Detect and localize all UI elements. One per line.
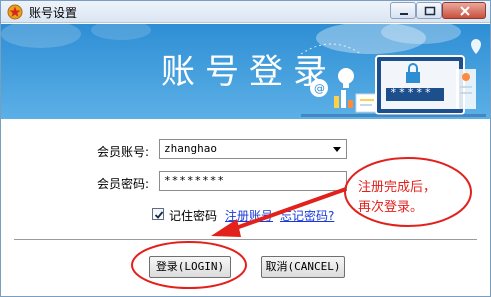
window-title: 账号设置: [29, 6, 78, 20]
divider: [14, 239, 477, 240]
callout-text: 注册完成后， 再次登录。: [358, 178, 478, 218]
account-combobox[interactable]: zhanghao: [159, 139, 347, 159]
close-button[interactable]: [442, 2, 486, 19]
star-badge-icon: [7, 4, 23, 20]
close-icon: [460, 6, 470, 16]
maximize-button[interactable]: [416, 2, 442, 19]
callout-line-1: 注册完成后，: [358, 180, 437, 195]
account-value: zhanghao: [164, 142, 217, 155]
callout-line-2: 再次登录。: [358, 200, 424, 215]
login-button[interactable]: 登录(LOGIN): [149, 256, 231, 278]
account-label: 会员账号:: [97, 145, 150, 159]
register-link[interactable]: 注册账号: [225, 207, 273, 224]
password-label: 会员密码:: [97, 177, 150, 191]
login-window: 账号设置 @ 账号登录 ***** 会员账号: zhanghao 会员密码: *…: [0, 0, 491, 297]
checkmark-icon: [154, 211, 164, 219]
title-bar[interactable]: 账号设置: [1, 1, 490, 23]
minimize-button[interactable]: [390, 2, 416, 19]
chevron-down-icon[interactable]: [333, 147, 341, 152]
password-field[interactable]: ********: [159, 171, 347, 191]
password-value: ********: [164, 174, 225, 187]
forgot-password-link[interactable]: 忘记密码?: [280, 207, 334, 224]
remember-password-label[interactable]: 记住密码: [169, 207, 217, 224]
banner-password-mask: *****: [390, 86, 434, 99]
maximize-icon: [424, 6, 436, 16]
remember-password-checkbox[interactable]: [152, 208, 164, 220]
minimize-icon: [400, 13, 408, 15]
cancel-button[interactable]: 取消(CANCEL): [261, 256, 345, 278]
banner-title: 账号登录: [161, 52, 337, 92]
login-banner: @ 账号登录 *****: [1, 24, 490, 119]
